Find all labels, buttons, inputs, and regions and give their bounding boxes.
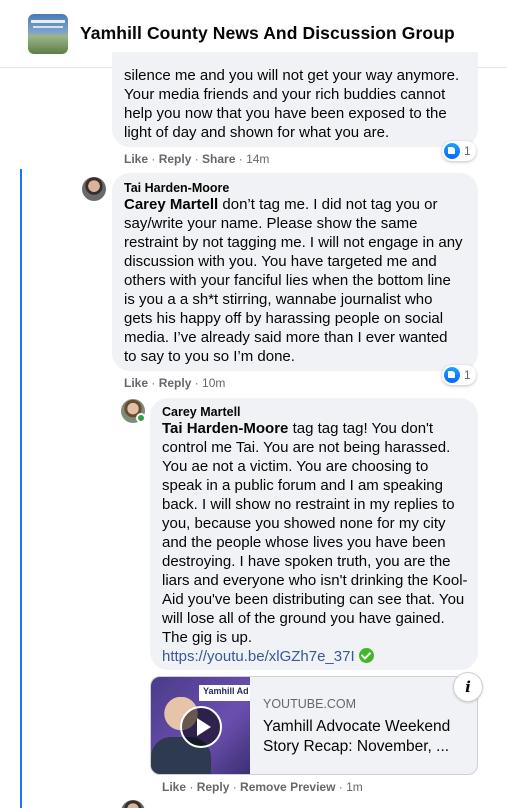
preview-title-line-2: Story Recap: November, ... — [263, 738, 450, 755]
reply-link[interactable]: Reply — [159, 152, 192, 166]
mention-link[interactable]: Carey Martell — [124, 196, 218, 213]
avatar[interactable] — [121, 800, 145, 808]
comment-actions-1: Like · Reply · Share · 14m — [124, 152, 270, 166]
comment-actions-3: Like · Reply · Remove Preview · 1m — [162, 780, 363, 794]
group-name[interactable]: Yamhill County News And Discussion Group — [80, 23, 455, 44]
verified-check-icon — [358, 648, 374, 663]
share-link[interactable]: Share — [202, 152, 235, 166]
preview-title-line-1: Yamhill Advocate Weekend — [263, 718, 451, 735]
thumbnail-text: Yamhill Ad — [203, 686, 249, 696]
comment-body: tag tag tag! You don't control me Tai. Y… — [162, 420, 468, 646]
like-link[interactable]: Like — [162, 780, 186, 794]
reaction-count: 1 — [464, 144, 471, 158]
reply-link[interactable]: Reply — [159, 376, 192, 390]
avatar[interactable] — [82, 177, 106, 201]
mention-link[interactable]: Tai Harden-Moore — [162, 420, 288, 437]
thread-line — [20, 169, 22, 808]
timestamp[interactable]: 14m — [246, 152, 269, 166]
comment-text: silence me and you will not get your way… — [124, 67, 460, 141]
youtube-link[interactable]: https://youtu.be/xlGZh7e_37I — [162, 648, 355, 665]
preview-thumbnail[interactable]: Yamhill Ad — [151, 677, 250, 774]
comment-author[interactable]: Carey Martell — [162, 404, 241, 420]
comment-text: Tai Harden-Moore tag tag tag! You don't … — [162, 419, 470, 647]
comment-text: Carey Martell don’t tag me. I did not ta… — [124, 195, 464, 366]
comment-bubble-3: Carey Martell Tai Harden-Moore tag tag t… — [150, 398, 478, 670]
comment-actions-2: Like · Reply · 10m — [124, 376, 226, 390]
remove-preview-link[interactable]: Remove Preview — [240, 780, 335, 794]
reaction-count: 1 — [464, 368, 471, 382]
comment-bubble-2: Tai Harden-Moore Carey Martell don’t tag… — [112, 173, 478, 371]
like-reaction-icon — [444, 143, 460, 159]
play-icon[interactable] — [180, 706, 222, 748]
group-thumbnail[interactable] — [28, 13, 68, 54]
comment-bubble-1: silence me and you will not get your way… — [112, 52, 478, 147]
like-link[interactable]: Like — [124, 376, 148, 390]
comment-author[interactable]: Tai Harden-Moore — [124, 180, 229, 196]
timestamp[interactable]: 1m — [346, 780, 363, 794]
like-reaction-icon — [444, 367, 460, 383]
reaction-badge-1[interactable]: 1 — [442, 141, 476, 161]
link-line: https://youtu.be/xlGZh7e_37I — [162, 647, 374, 666]
info-icon[interactable]: i — [453, 672, 483, 702]
timestamp[interactable]: 10m — [202, 376, 225, 390]
reply-link[interactable]: Reply — [197, 780, 230, 794]
like-link[interactable]: Like — [124, 152, 148, 166]
reaction-badge-2[interactable]: 1 — [442, 365, 476, 385]
online-status — [136, 413, 146, 423]
preview-domain: YOUTUBE.COM — [263, 697, 357, 711]
comment-body: don’t tag me. I did not tag you or say/w… — [124, 196, 463, 365]
link-preview-card[interactable]: Yamhill Ad YOUTUBE.COM Yamhill Advocate … — [150, 676, 478, 775]
preview-title[interactable]: Yamhill Advocate Weekend Story Recap: No… — [263, 717, 473, 757]
